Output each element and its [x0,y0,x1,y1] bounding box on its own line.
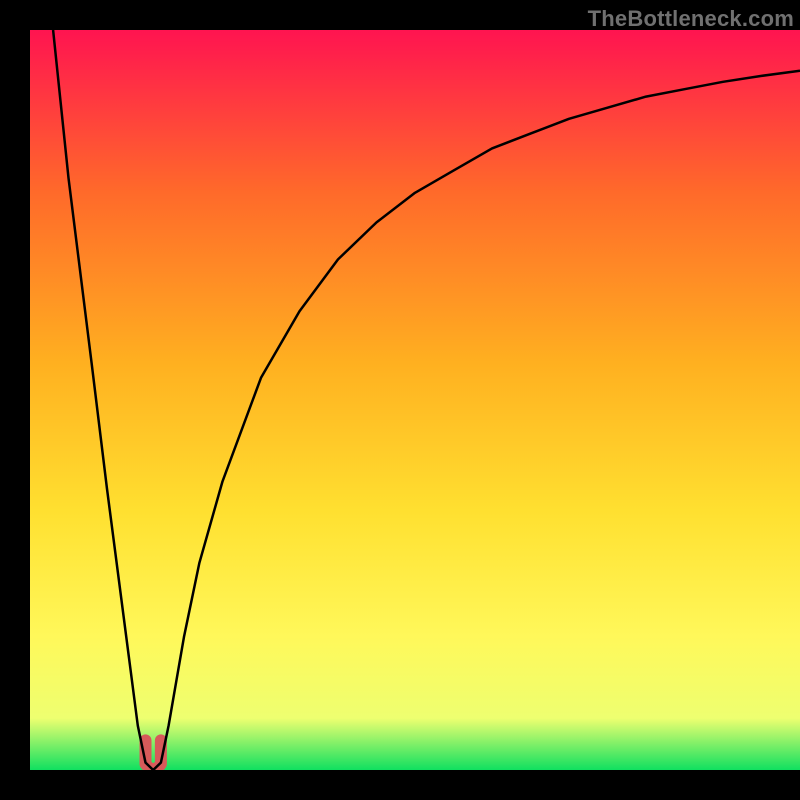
plot-area [30,30,800,770]
bottleneck-curve [53,30,800,770]
curve-layer [30,30,800,770]
chart-frame: TheBottleneck.com [0,0,800,800]
watermark-text: TheBottleneck.com [588,6,794,32]
